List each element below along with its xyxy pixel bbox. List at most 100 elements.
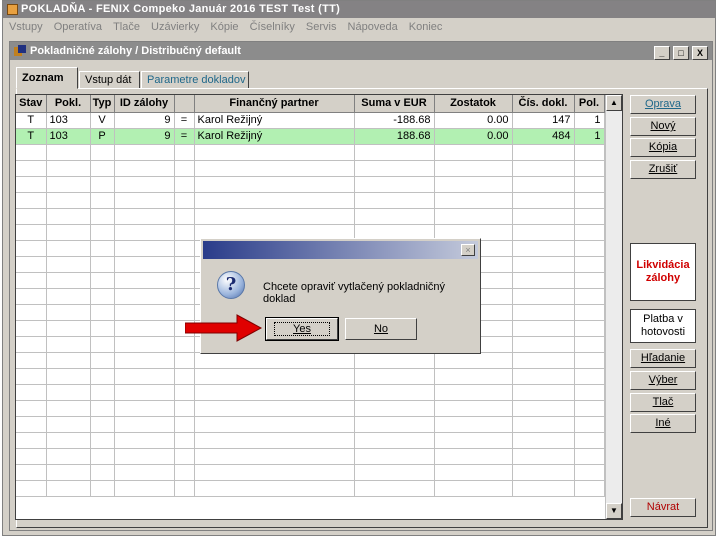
- cell-pol[interactable]: [574, 176, 605, 193]
- cell-pol[interactable]: [574, 208, 605, 225]
- hladanie-button[interactable]: Hľadanie: [630, 349, 696, 368]
- cell-pol[interactable]: [574, 192, 605, 209]
- col-header-id-zalohy[interactable]: ID zálohy: [114, 95, 175, 113]
- cell-zostatok[interactable]: [434, 400, 513, 417]
- cell-typ[interactable]: [90, 192, 115, 209]
- col-header-pol[interactable]: Pol.: [574, 95, 605, 113]
- minimize-button[interactable]: _: [653, 46, 670, 60]
- cell-typ[interactable]: [90, 272, 115, 289]
- cell-cis-dokl[interactable]: [512, 480, 575, 497]
- cell-id-zalohy[interactable]: [114, 240, 175, 257]
- cell-eq[interactable]: =: [174, 112, 195, 129]
- col-header-stav[interactable]: Stav: [16, 95, 47, 113]
- cell-zostatok[interactable]: [434, 352, 513, 369]
- menu-operativa[interactable]: Operatíva: [54, 18, 102, 33]
- cell-pokl[interactable]: [46, 272, 91, 289]
- cell-cis-dokl[interactable]: [512, 368, 575, 385]
- cell-id-zalohy[interactable]: [114, 176, 175, 193]
- cell-suma[interactable]: [354, 480, 435, 497]
- cell-pokl[interactable]: [46, 416, 91, 433]
- cell-cis-dokl[interactable]: [512, 304, 575, 321]
- cell-id-zalohy[interactable]: [114, 272, 175, 289]
- cell-pokl[interactable]: [46, 288, 91, 305]
- cell-zostatok[interactable]: [434, 416, 513, 433]
- cell-id-zalohy[interactable]: [114, 336, 175, 353]
- cell-zostatok[interactable]: [434, 464, 513, 481]
- cell-cis-dokl[interactable]: [512, 448, 575, 465]
- cell-suma[interactable]: [354, 464, 435, 481]
- cell-cis-dokl[interactable]: 147: [512, 112, 575, 129]
- cell-suma[interactable]: [354, 160, 435, 177]
- no-button[interactable]: No: [345, 318, 417, 340]
- cell-suma[interactable]: [354, 352, 435, 369]
- cell-zostatok[interactable]: [434, 448, 513, 465]
- cell-stav[interactable]: [16, 416, 47, 433]
- table-row[interactable]: [16, 480, 605, 497]
- cell-stav[interactable]: [16, 352, 47, 369]
- cell-id-zalohy[interactable]: [114, 464, 175, 481]
- cell-id-zalohy[interactable]: [114, 432, 175, 449]
- table-row[interactable]: [16, 368, 605, 385]
- kopia-button[interactable]: Kópia: [630, 138, 696, 157]
- cell-typ[interactable]: [90, 336, 115, 353]
- cell-partner[interactable]: Karol Režijný: [194, 112, 355, 129]
- yes-button[interactable]: Yes: [265, 317, 339, 341]
- menu-vstupy[interactable]: Vstupy: [9, 18, 43, 33]
- cell-stav[interactable]: [16, 272, 47, 289]
- cell-suma[interactable]: [354, 192, 435, 209]
- cell-cis-dokl[interactable]: [512, 240, 575, 257]
- cell-stav[interactable]: [16, 224, 47, 241]
- cell-pol[interactable]: 1: [574, 112, 605, 129]
- cell-typ[interactable]: [90, 400, 115, 417]
- cell-zostatok[interactable]: [434, 208, 513, 225]
- cell-pokl[interactable]: [46, 192, 91, 209]
- cell-partner[interactable]: [194, 160, 355, 177]
- cell-partner[interactable]: Karol Režijný: [194, 128, 355, 145]
- cell-eq[interactable]: [174, 480, 195, 497]
- cell-partner[interactable]: [194, 368, 355, 385]
- menu-kopie[interactable]: Kópie: [210, 18, 238, 33]
- cell-id-zalohy[interactable]: [114, 288, 175, 305]
- cell-pokl[interactable]: [46, 352, 91, 369]
- table-row[interactable]: [16, 464, 605, 481]
- cell-cis-dokl[interactable]: [512, 432, 575, 449]
- cell-eq[interactable]: [174, 256, 195, 273]
- menu-uzavierky[interactable]: Uzávierky: [151, 18, 199, 33]
- cell-pol[interactable]: [574, 240, 605, 257]
- cell-pol[interactable]: [574, 432, 605, 449]
- col-header-typ[interactable]: Typ: [90, 95, 115, 113]
- cell-stav[interactable]: [16, 160, 47, 177]
- cell-id-zalohy[interactable]: [114, 224, 175, 241]
- cell-typ[interactable]: [90, 256, 115, 273]
- table-row[interactable]: [16, 160, 605, 177]
- cell-zostatok[interactable]: 0.00: [434, 112, 513, 129]
- zrusit-button[interactable]: Zrušiť: [630, 160, 696, 179]
- cell-id-zalohy[interactable]: [114, 400, 175, 417]
- cell-eq[interactable]: [174, 240, 195, 257]
- cell-pokl[interactable]: [46, 464, 91, 481]
- navrat-button[interactable]: Návrat: [630, 498, 696, 517]
- cell-eq[interactable]: [174, 288, 195, 305]
- table-row[interactable]: [16, 208, 605, 225]
- table-row[interactable]: [16, 352, 605, 369]
- col-header-suma[interactable]: Suma v EUR: [354, 95, 435, 113]
- cell-eq[interactable]: [174, 160, 195, 177]
- oprava-button[interactable]: Oprava: [630, 95, 696, 114]
- cell-stav[interactable]: [16, 144, 47, 161]
- col-header-pokl[interactable]: Pokl.: [46, 95, 91, 113]
- cell-pol[interactable]: [574, 144, 605, 161]
- cell-stav[interactable]: [16, 320, 47, 337]
- cell-pol[interactable]: 1: [574, 128, 605, 145]
- dialog-close-icon[interactable]: ×: [461, 244, 475, 256]
- table-row[interactable]: [16, 176, 605, 193]
- cell-pol[interactable]: [574, 160, 605, 177]
- cell-suma[interactable]: 188.68: [354, 128, 435, 145]
- menu-koniec[interactable]: Koniec: [409, 18, 443, 33]
- cell-partner[interactable]: [194, 448, 355, 465]
- cell-stav[interactable]: [16, 448, 47, 465]
- cell-pokl[interactable]: [46, 256, 91, 273]
- cell-partner[interactable]: [194, 480, 355, 497]
- cell-stav[interactable]: [16, 400, 47, 417]
- cell-typ[interactable]: [90, 384, 115, 401]
- cell-zostatok[interactable]: 0.00: [434, 128, 513, 145]
